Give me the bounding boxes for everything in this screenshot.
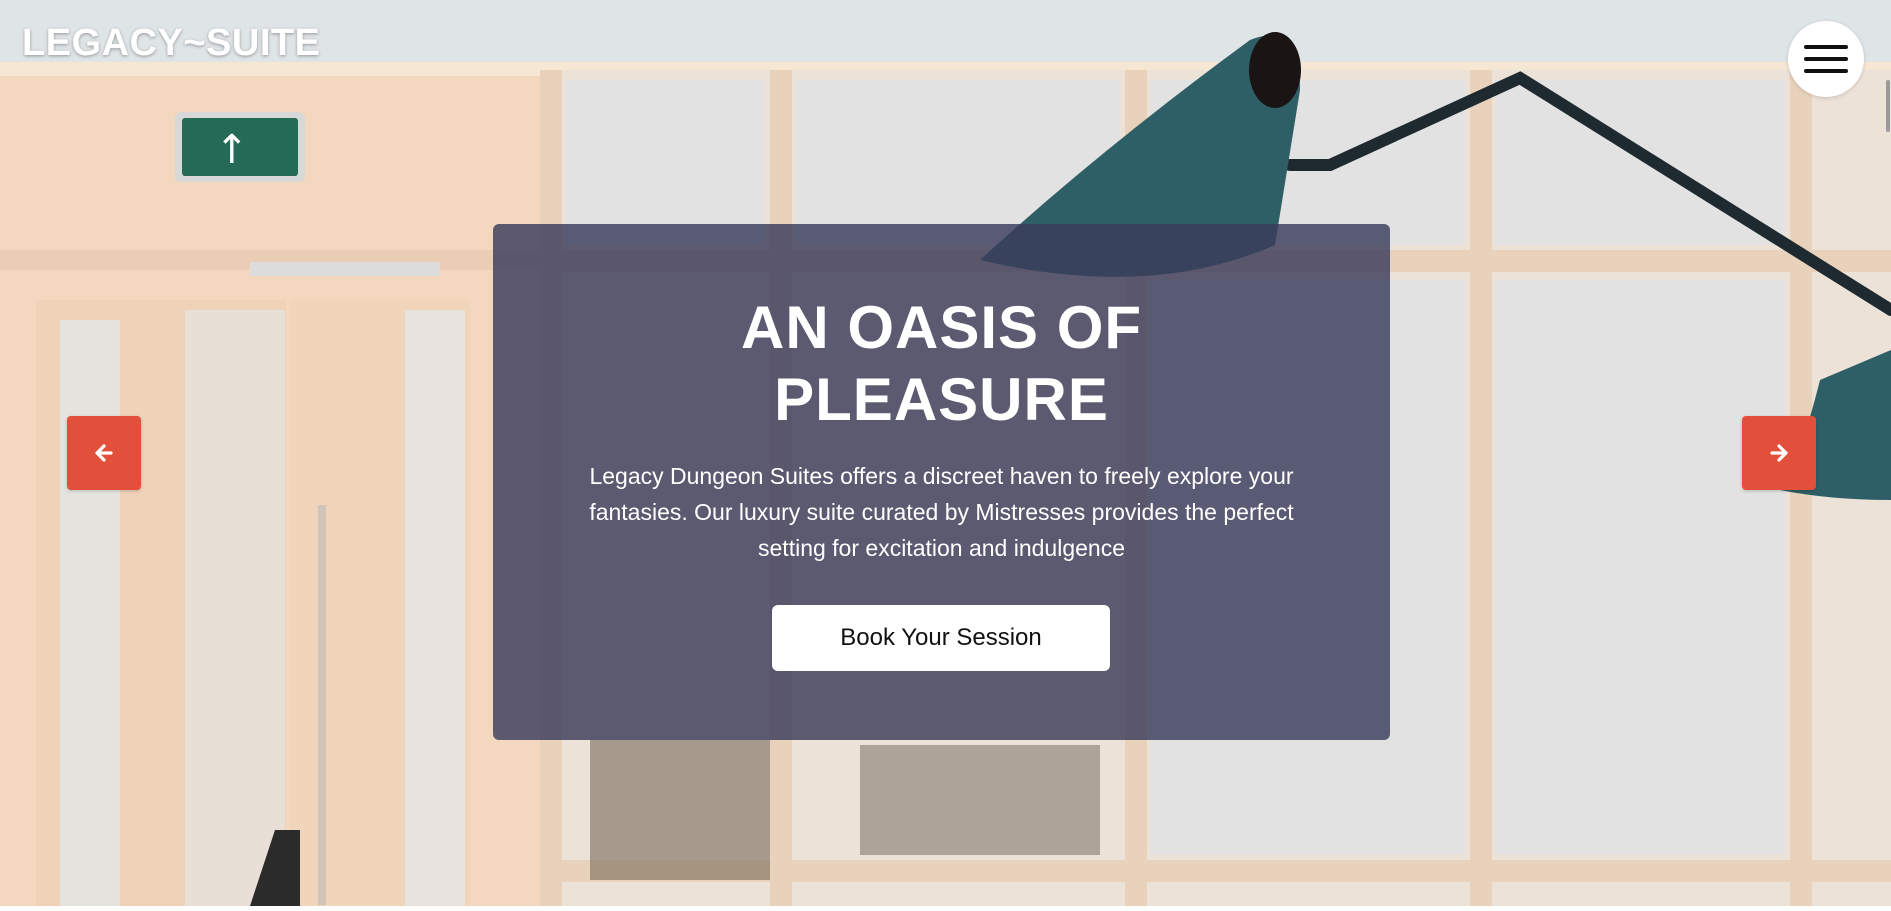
arrow-left-icon xyxy=(95,444,113,462)
svg-text:↑: ↑ xyxy=(215,127,249,173)
hero-title-line-2: PLEASURE xyxy=(774,366,1109,433)
scrollbar[interactable] xyxy=(1886,80,1890,132)
brand-logo[interactable]: LEGACY~SUITE xyxy=(22,22,320,65)
menu-button[interactable] xyxy=(1788,21,1864,97)
arrow-right-icon xyxy=(1770,444,1788,462)
carousel-prev-button[interactable] xyxy=(67,416,141,490)
hero-section: ↑ LEGACY~SUITE AN OASIS OF PLEASURE Lega… xyxy=(0,0,1891,906)
book-session-button[interactable]: Book Your Session xyxy=(772,605,1110,671)
hero-card: AN OASIS OF PLEASURE Legacy Dungeon Suit… xyxy=(493,224,1390,740)
hero-title-line-1: AN OASIS OF xyxy=(740,294,1143,361)
hero-title: AN OASIS OF PLEASURE xyxy=(493,292,1390,436)
hamburger-menu-icon xyxy=(1804,45,1848,73)
carousel-next-button[interactable] xyxy=(1742,416,1816,490)
hero-description: Legacy Dungeon Suites offers a discreet … xyxy=(589,463,1294,561)
